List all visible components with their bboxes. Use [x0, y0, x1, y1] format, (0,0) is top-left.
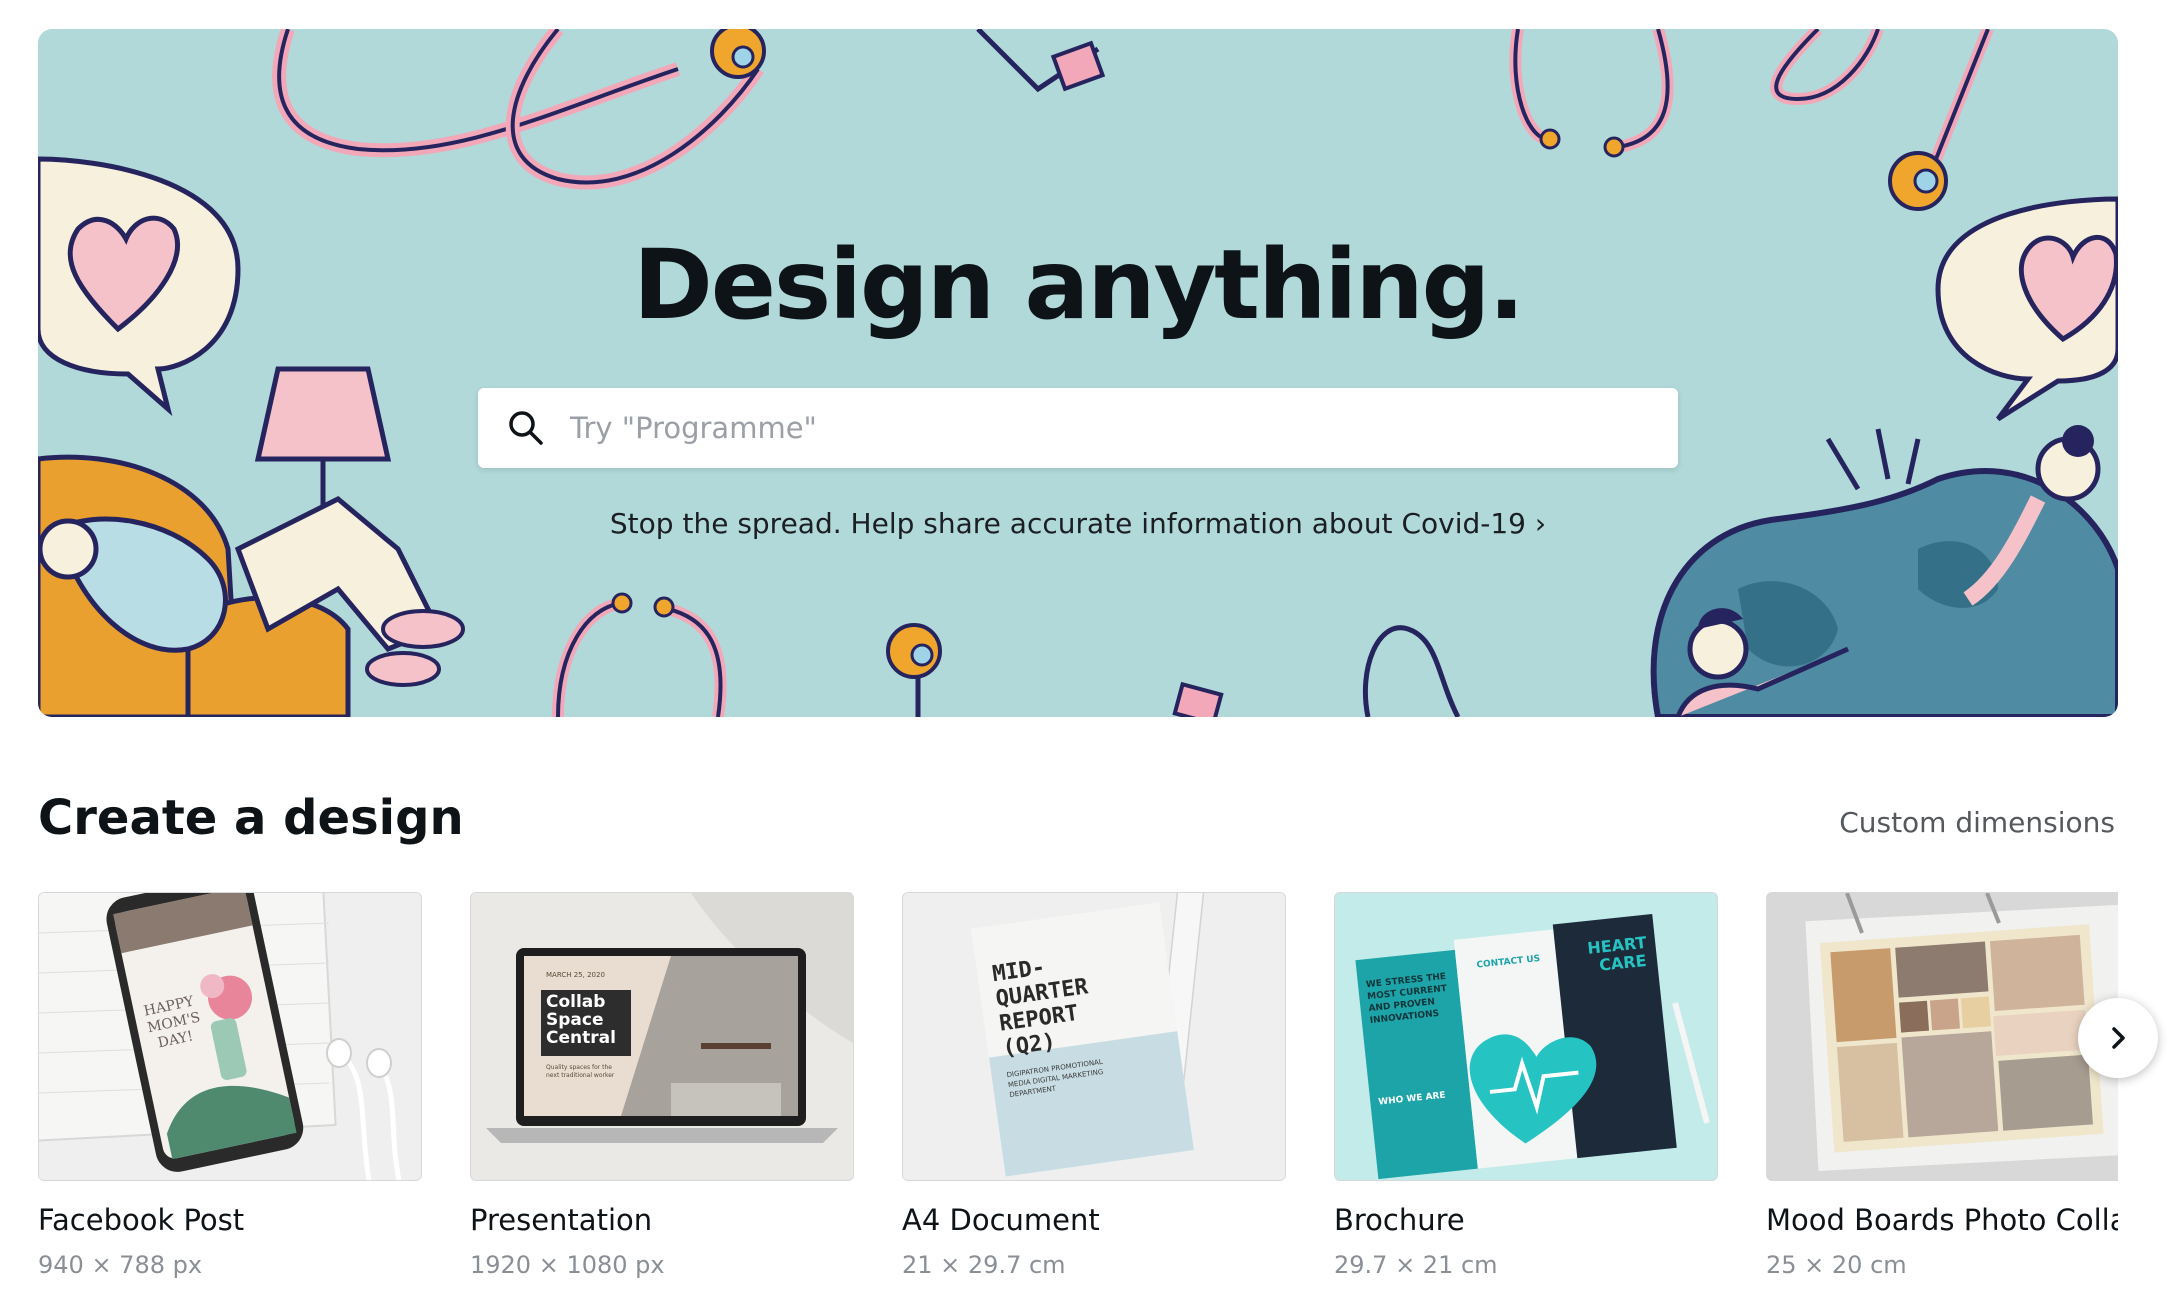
design-card-mood-boards[interactable]: Mood Boards Photo Collage 25 × 20 cm — [1766, 892, 2118, 1279]
card-dimensions: 21 × 29.7 cm — [902, 1251, 1066, 1279]
hero-illustration — [38, 29, 2118, 717]
carousel-next-button[interactable] — [2078, 998, 2158, 1078]
design-card-facebook-post[interactable]: HAPPY MOM'S DAY! Facebook Post 940 × 788… — [38, 892, 422, 1279]
card-thumbnail: MARCH 25, 2020 Collab Space Central Qual… — [470, 892, 854, 1181]
create-design-heading: Create a design — [38, 790, 464, 846]
custom-dimensions-link[interactable]: Custom dimensions — [1839, 806, 2115, 839]
search-icon — [509, 411, 543, 445]
design-type-carousel: HAPPY MOM'S DAY! Facebook Post 940 × 788… — [38, 892, 2118, 1293]
card-dimensions: 29.7 × 21 cm — [1334, 1251, 1498, 1279]
card-dimensions: 1920 × 1080 px — [470, 1251, 665, 1279]
card-title: Presentation — [470, 1203, 653, 1237]
mood-board-thumb — [1767, 893, 2118, 1180]
design-card-presentation[interactable]: MARCH 25, 2020 Collab Space Central Qual… — [470, 892, 854, 1279]
thumb-sub-1: Quality spaces for the — [546, 1064, 612, 1071]
hero-banner: Design anything. Stop the spread. Help s… — [38, 29, 2118, 717]
card-thumbnail — [1766, 892, 2118, 1181]
card-thumbnail: MID- QUARTER REPORT (Q2) DIGIPATRON PROM… — [902, 892, 1286, 1181]
hero-title: Design anything. — [633, 229, 1525, 341]
thumb-date: MARCH 25, 2020 — [546, 971, 605, 979]
thumb-title-3: Central — [546, 1028, 616, 1048]
covid-info-link[interactable]: Stop the spread. Help share accurate inf… — [38, 507, 2118, 540]
a4-document-thumb: MID- QUARTER REPORT (Q2) DIGIPATRON PROM… — [903, 893, 1285, 1180]
search-box[interactable] — [478, 388, 1678, 468]
brochure-thumb: WE STRESS THE MOST CURRENT AND PROVEN IN… — [1335, 893, 1717, 1180]
card-title: Brochure — [1334, 1203, 1465, 1237]
thumb-sub-2: next traditional worker — [546, 1072, 615, 1079]
design-card-brochure[interactable]: WE STRESS THE MOST CURRENT AND PROVEN IN… — [1334, 892, 1718, 1279]
facebook-post-thumb: HAPPY MOM'S DAY! — [39, 893, 421, 1180]
card-dimensions: 25 × 20 cm — [1766, 1251, 1907, 1279]
presentation-thumb: MARCH 25, 2020 Collab Space Central Qual… — [471, 893, 853, 1180]
card-title: Facebook Post — [38, 1203, 245, 1237]
search-input[interactable] — [568, 410, 1678, 446]
card-thumbnail: HAPPY MOM'S DAY! — [38, 892, 422, 1181]
card-title: Mood Boards Photo Collage — [1766, 1203, 2118, 1237]
card-dimensions: 940 × 788 px — [38, 1251, 203, 1279]
design-card-a4-document[interactable]: MID- QUARTER REPORT (Q2) DIGIPATRON PROM… — [902, 892, 1286, 1279]
chevron-right-icon — [2112, 1027, 2125, 1049]
thumb-title-1: Collab — [546, 992, 605, 1012]
card-thumbnail: WE STRESS THE MOST CURRENT AND PROVEN IN… — [1334, 892, 1718, 1181]
thumb-title-2: Space — [546, 1010, 604, 1030]
card-title: A4 Document — [902, 1203, 1100, 1237]
